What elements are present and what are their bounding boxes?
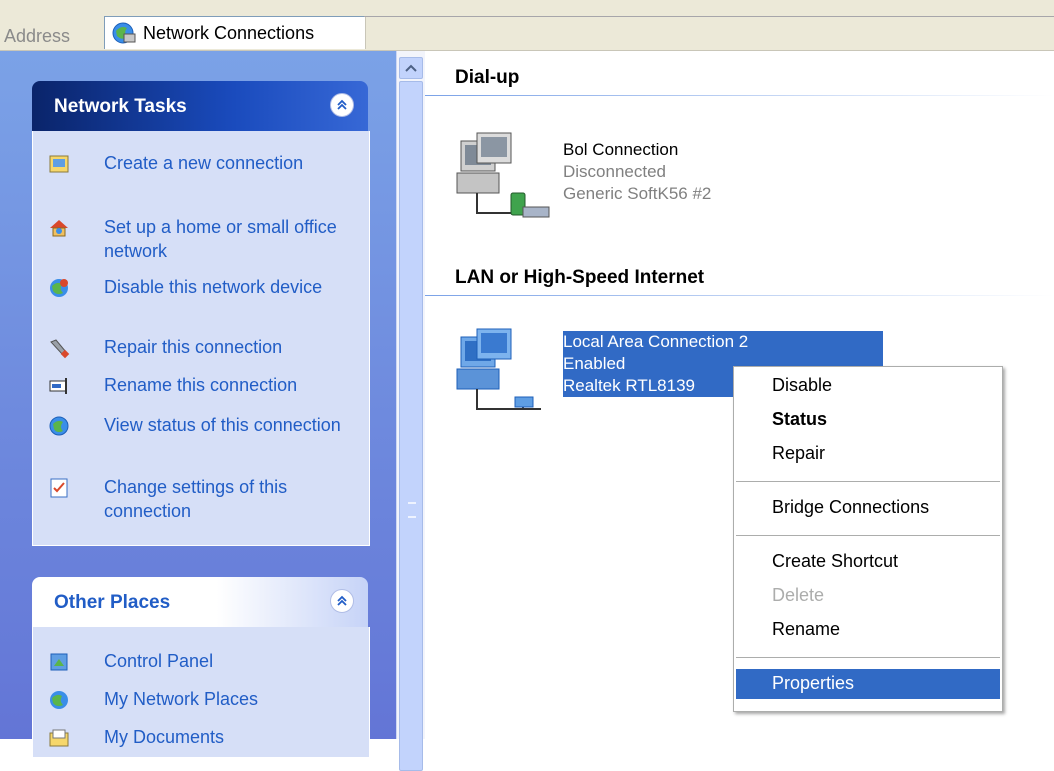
documents-folder-icon	[49, 729, 69, 747]
menu-item-properties[interactable]: Properties	[736, 669, 1000, 699]
menu-separator	[736, 481, 1000, 482]
menu-item-create-shortcut[interactable]: Create Shortcut	[736, 547, 1000, 577]
task-label: Set up a home or small office network	[104, 217, 337, 261]
vertical-scrollbar[interactable]	[396, 51, 425, 771]
menu-item-disable[interactable]: Disable	[736, 371, 1000, 401]
menu-item-repair[interactable]: Repair	[736, 439, 1000, 469]
connection-status: Disconnected	[563, 162, 667, 181]
menu-item-label: Status	[772, 409, 828, 429]
menu-item-label: Delete	[772, 585, 825, 605]
network-connections-icon	[112, 22, 136, 44]
dialup-connection-icon[interactable]	[455, 131, 551, 221]
group-title-dialup: Dial-up	[455, 67, 520, 88]
task-label: Change settings of this connection	[104, 477, 288, 521]
double-chevron-up-icon	[337, 595, 347, 606]
wrench-icon	[50, 339, 70, 359]
collapse-network-tasks-button[interactable]	[330, 93, 354, 117]
scrollbar-grip	[408, 502, 416, 518]
group-divider	[425, 95, 1054, 96]
menu-item-label: Rename	[772, 619, 841, 639]
network-tasks-header[interactable]: Network Tasks	[32, 81, 368, 131]
context-menu: Disable Status Repair Bridge Connections…	[733, 366, 1003, 712]
double-chevron-up-icon	[337, 99, 347, 110]
menu-item-label: Repair	[772, 443, 826, 463]
task-label: Repair this connection	[104, 337, 283, 357]
place-label: Control Panel	[104, 651, 214, 671]
menu-item-status[interactable]: Status	[736, 405, 1000, 435]
menu-separator	[736, 657, 1000, 658]
group-divider	[425, 295, 1054, 296]
lan-connection-icon[interactable]	[455, 327, 551, 417]
other-places-title: Other Places	[54, 592, 171, 613]
collapse-other-places-button[interactable]	[330, 589, 354, 613]
address-bar: Address Network Connections	[0, 0, 1054, 51]
task-label: Disable this network device	[104, 277, 323, 297]
address-field[interactable]: Network Connections	[104, 16, 366, 49]
menu-separator	[736, 535, 1000, 536]
connection-name: Bol Connection	[563, 140, 679, 159]
status-globe-icon	[49, 416, 69, 436]
new-connection-icon	[49, 155, 69, 173]
settings-checklist-icon	[50, 478, 68, 498]
place-label: My Network Places	[104, 689, 259, 709]
menu-item-bridge-connections[interactable]: Bridge Connections	[736, 493, 1000, 523]
connection-device: Generic SoftK56 #2	[563, 184, 712, 203]
dialup-connection[interactable]: Bol Connection Disconnected Generic Soft…	[563, 139, 711, 205]
scrollbar-thumb[interactable]	[399, 81, 423, 771]
connection-name: Local Area Connection 2	[563, 331, 883, 353]
task-pane: Network Tasks Create a new connection Se…	[0, 51, 396, 758]
disable-device-icon	[50, 279, 68, 297]
task-label: View status of this connection	[104, 415, 341, 435]
menu-item-delete: Delete	[736, 581, 1000, 611]
chevron-up-icon	[405, 64, 417, 72]
group-title-lan: LAN or High-Speed Internet	[455, 267, 705, 288]
menu-item-label: Disable	[772, 375, 833, 395]
other-places-header[interactable]: Other Places	[32, 577, 368, 627]
network-tasks-title: Network Tasks	[54, 96, 187, 117]
menu-item-label: Create Shortcut	[772, 551, 899, 571]
task-label: Rename this connection	[104, 375, 298, 395]
home-network-icon	[50, 220, 68, 237]
menu-item-label: Properties	[772, 673, 855, 693]
network-places-icon	[50, 691, 68, 709]
address-bar-divider	[364, 16, 1054, 17]
rename-icon	[49, 378, 67, 394]
menu-item-rename[interactable]: Rename	[736, 615, 1000, 645]
place-label: My Documents	[104, 727, 225, 747]
address-label: Address	[4, 26, 71, 46]
control-panel-icon	[50, 653, 68, 671]
scroll-up-button[interactable]	[399, 57, 423, 79]
menu-item-label: Bridge Connections	[772, 497, 930, 517]
address-value: Network Connections	[143, 23, 315, 43]
task-label: Create a new connection	[104, 153, 304, 173]
